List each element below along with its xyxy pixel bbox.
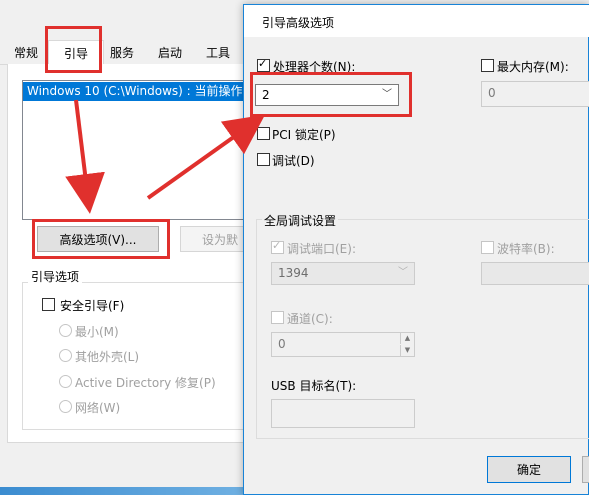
arrow-to-processor-select (146, 114, 266, 200)
arrow-to-advanced-button (65, 99, 105, 214)
annotation-arrows (65, 99, 266, 214)
